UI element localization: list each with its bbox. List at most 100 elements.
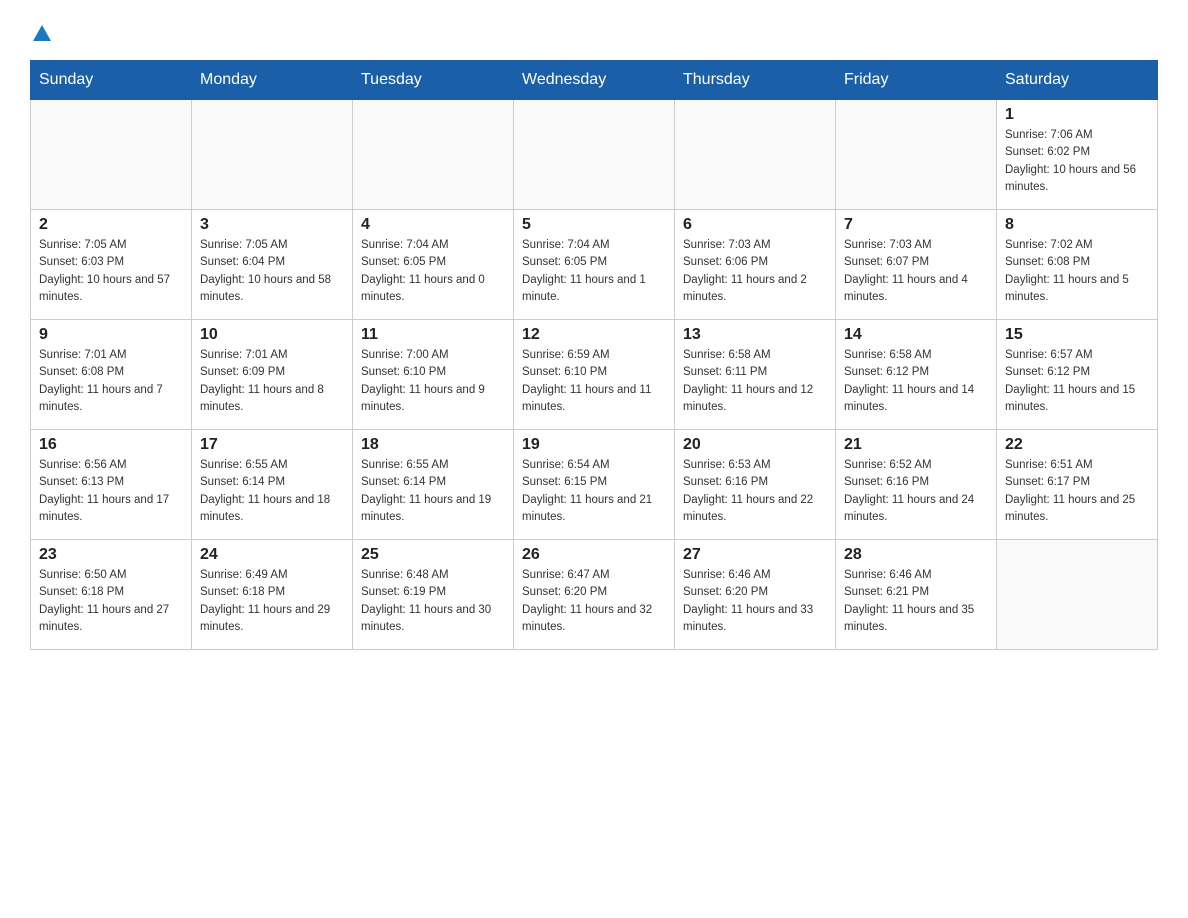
day-number: 21 <box>844 436 988 454</box>
day-info: Sunrise: 6:47 AMSunset: 6:20 PMDaylight:… <box>522 567 666 636</box>
calendar-cell <box>997 540 1158 650</box>
calendar-cell: 1 Sunrise: 7:06 AMSunset: 6:02 PMDaylight… <box>997 100 1158 210</box>
day-number: 25 <box>361 546 505 564</box>
calendar-cell: 24 Sunrise: 6:49 AMSunset: 6:18 PMDayligh… <box>192 540 353 650</box>
day-number: 13 <box>683 326 827 344</box>
day-info: Sunrise: 6:48 AMSunset: 6:19 PMDaylight:… <box>361 567 505 636</box>
day-info: Sunrise: 7:05 AMSunset: 6:04 PMDaylight:… <box>200 237 344 306</box>
day-of-week-header: Sunday <box>31 61 192 100</box>
calendar-week-row: 16 Sunrise: 6:56 AMSunset: 6:13 PMDayligh… <box>31 430 1158 540</box>
day-info: Sunrise: 7:00 AMSunset: 6:10 PMDaylight:… <box>361 347 505 416</box>
calendar-table: SundayMondayTuesdayWednesdayThursdayFrid… <box>30 60 1158 650</box>
calendar-cell: 15 Sunrise: 6:57 AMSunset: 6:12 PMDayligh… <box>997 320 1158 430</box>
calendar-cell: 25 Sunrise: 6:48 AMSunset: 6:19 PMDayligh… <box>353 540 514 650</box>
calendar-cell <box>192 100 353 210</box>
day-info: Sunrise: 6:57 AMSunset: 6:12 PMDaylight:… <box>1005 347 1149 416</box>
day-number: 19 <box>522 436 666 454</box>
calendar-cell <box>353 100 514 210</box>
day-number: 22 <box>1005 436 1149 454</box>
day-info: Sunrise: 6:55 AMSunset: 6:14 PMDaylight:… <box>361 457 505 526</box>
calendar-cell: 14 Sunrise: 6:58 AMSunset: 6:12 PMDayligh… <box>836 320 997 430</box>
day-info: Sunrise: 6:49 AMSunset: 6:18 PMDaylight:… <box>200 567 344 636</box>
calendar-cell <box>514 100 675 210</box>
day-of-week-header: Friday <box>836 61 997 100</box>
day-info: Sunrise: 7:03 AMSunset: 6:06 PMDaylight:… <box>683 237 827 306</box>
day-number: 6 <box>683 216 827 234</box>
calendar-header-row: SundayMondayTuesdayWednesdayThursdayFrid… <box>31 61 1158 100</box>
day-of-week-header: Saturday <box>997 61 1158 100</box>
calendar-week-row: 23 Sunrise: 6:50 AMSunset: 6:18 PMDayligh… <box>31 540 1158 650</box>
day-number: 3 <box>200 216 344 234</box>
page-header <box>30 20 1158 44</box>
calendar-cell: 3 Sunrise: 7:05 AMSunset: 6:04 PMDaylight… <box>192 210 353 320</box>
calendar-cell: 27Sunrise: 6:46 AMSunset: 6:20 PMDayligh… <box>675 540 836 650</box>
calendar-cell: 11 Sunrise: 7:00 AMSunset: 6:10 PMDayligh… <box>353 320 514 430</box>
day-number: 26 <box>522 546 666 564</box>
day-info: Sunrise: 6:56 AMSunset: 6:13 PMDaylight:… <box>39 457 183 526</box>
day-info: Sunrise: 7:06 AMSunset: 6:02 PMDaylight:… <box>1005 127 1149 196</box>
calendar-cell: 8Sunrise: 7:02 AMSunset: 6:08 PMDaylight… <box>997 210 1158 320</box>
day-number: 28 <box>844 546 988 564</box>
calendar-cell: 26 Sunrise: 6:47 AMSunset: 6:20 PMDayligh… <box>514 540 675 650</box>
day-of-week-header: Thursday <box>675 61 836 100</box>
calendar-cell: 18Sunrise: 6:55 AMSunset: 6:14 PMDayligh… <box>353 430 514 540</box>
day-info: Sunrise: 6:46 AMSunset: 6:21 PMDaylight:… <box>844 567 988 636</box>
day-number: 9 <box>39 326 183 344</box>
calendar-cell: 21 Sunrise: 6:52 AMSunset: 6:16 PMDayligh… <box>836 430 997 540</box>
calendar-week-row: 2 Sunrise: 7:05 AMSunset: 6:03 PMDaylight… <box>31 210 1158 320</box>
calendar-week-row: 9Sunrise: 7:01 AMSunset: 6:08 PMDaylight… <box>31 320 1158 430</box>
day-number: 15 <box>1005 326 1149 344</box>
calendar-cell: 20 Sunrise: 6:53 AMSunset: 6:16 PMDayligh… <box>675 430 836 540</box>
day-of-week-header: Monday <box>192 61 353 100</box>
calendar-cell <box>675 100 836 210</box>
day-number: 4 <box>361 216 505 234</box>
calendar-cell: 12 Sunrise: 6:59 AMSunset: 6:10 PMDayligh… <box>514 320 675 430</box>
day-info: Sunrise: 6:50 AMSunset: 6:18 PMDaylight:… <box>39 567 183 636</box>
calendar-cell <box>836 100 997 210</box>
calendar-cell: 22 Sunrise: 6:51 AMSunset: 6:17 PMDayligh… <box>997 430 1158 540</box>
day-number: 7 <box>844 216 988 234</box>
calendar-cell: 23 Sunrise: 6:50 AMSunset: 6:18 PMDayligh… <box>31 540 192 650</box>
calendar-cell: 9Sunrise: 7:01 AMSunset: 6:08 PMDaylight… <box>31 320 192 430</box>
day-info: Sunrise: 6:53 AMSunset: 6:16 PMDaylight:… <box>683 457 827 526</box>
day-info: Sunrise: 7:02 AMSunset: 6:08 PMDaylight:… <box>1005 237 1149 306</box>
day-of-week-header: Wednesday <box>514 61 675 100</box>
day-info: Sunrise: 7:01 AMSunset: 6:09 PMDaylight:… <box>200 347 344 416</box>
day-info: Sunrise: 7:03 AMSunset: 6:07 PMDaylight:… <box>844 237 988 306</box>
day-info: Sunrise: 7:04 AMSunset: 6:05 PMDaylight:… <box>522 237 666 306</box>
calendar-cell: 5 Sunrise: 7:04 AMSunset: 6:05 PMDaylight… <box>514 210 675 320</box>
day-info: Sunrise: 6:55 AMSunset: 6:14 PMDaylight:… <box>200 457 344 526</box>
day-number: 1 <box>1005 106 1149 124</box>
calendar-cell: 28 Sunrise: 6:46 AMSunset: 6:21 PMDayligh… <box>836 540 997 650</box>
logo <box>30 20 53 44</box>
day-info: Sunrise: 6:59 AMSunset: 6:10 PMDaylight:… <box>522 347 666 416</box>
day-number: 2 <box>39 216 183 234</box>
day-info: Sunrise: 6:51 AMSunset: 6:17 PMDaylight:… <box>1005 457 1149 526</box>
day-info: Sunrise: 7:05 AMSunset: 6:03 PMDaylight:… <box>39 237 183 306</box>
day-number: 10 <box>200 326 344 344</box>
calendar-cell: 13 Sunrise: 6:58 AMSunset: 6:11 PMDayligh… <box>675 320 836 430</box>
calendar-cell: 7 Sunrise: 7:03 AMSunset: 6:07 PMDaylight… <box>836 210 997 320</box>
calendar-cell: 17 Sunrise: 6:55 AMSunset: 6:14 PMDayligh… <box>192 430 353 540</box>
day-number: 5 <box>522 216 666 234</box>
day-number: 16 <box>39 436 183 454</box>
day-number: 20 <box>683 436 827 454</box>
day-info: Sunrise: 6:58 AMSunset: 6:11 PMDaylight:… <box>683 347 827 416</box>
day-number: 14 <box>844 326 988 344</box>
day-info: Sunrise: 6:58 AMSunset: 6:12 PMDaylight:… <box>844 347 988 416</box>
day-info: Sunrise: 7:04 AMSunset: 6:05 PMDaylight:… <box>361 237 505 306</box>
day-info: Sunrise: 6:54 AMSunset: 6:15 PMDaylight:… <box>522 457 666 526</box>
calendar-cell <box>31 100 192 210</box>
calendar-cell: 16 Sunrise: 6:56 AMSunset: 6:13 PMDayligh… <box>31 430 192 540</box>
calendar-cell: 19 Sunrise: 6:54 AMSunset: 6:15 PMDayligh… <box>514 430 675 540</box>
calendar-cell: 10 Sunrise: 7:01 AMSunset: 6:09 PMDayligh… <box>192 320 353 430</box>
day-of-week-header: Tuesday <box>353 61 514 100</box>
day-number: 11 <box>361 326 505 344</box>
day-number: 17 <box>200 436 344 454</box>
logo-triangle-icon <box>31 22 53 44</box>
day-number: 23 <box>39 546 183 564</box>
day-number: 24 <box>200 546 344 564</box>
day-info: Sunrise: 6:52 AMSunset: 6:16 PMDaylight:… <box>844 457 988 526</box>
day-info: Sunrise: 6:46 AMSunset: 6:20 PMDaylight:… <box>683 567 827 636</box>
day-number: 12 <box>522 326 666 344</box>
